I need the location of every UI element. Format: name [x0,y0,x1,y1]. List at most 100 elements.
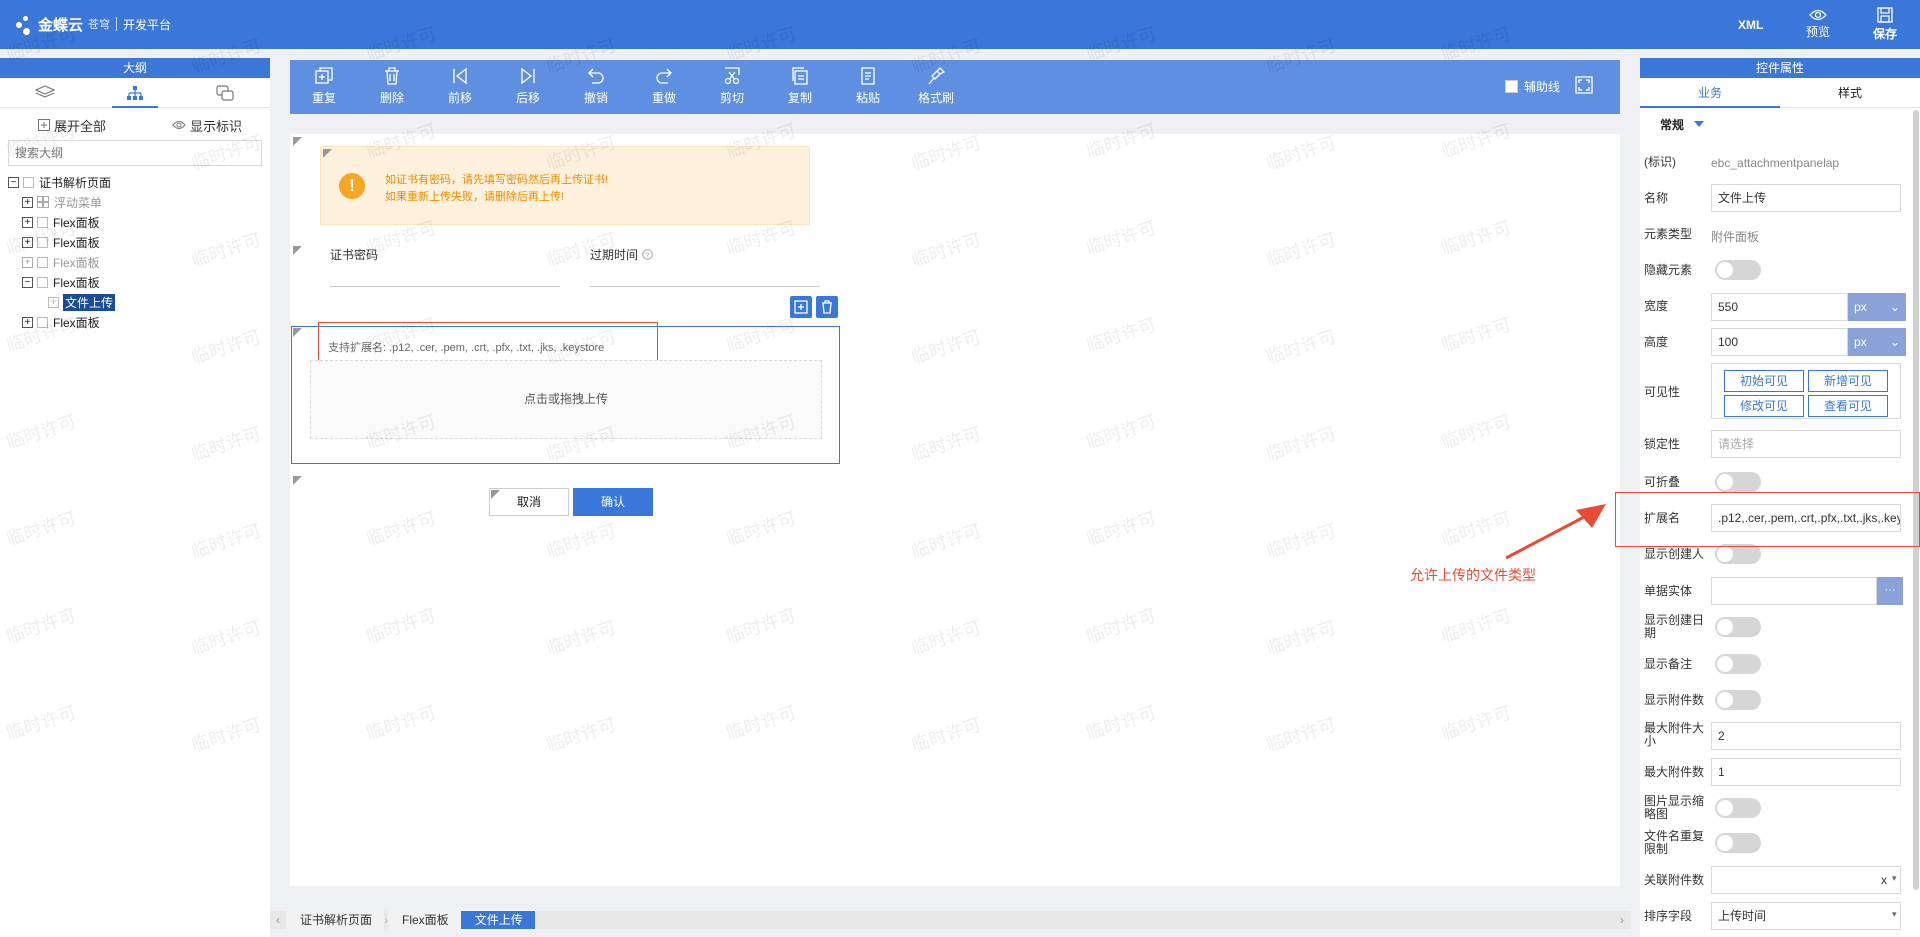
breadcrumb-item-active[interactable]: 文件上传 [460,911,535,929]
width-unit-select[interactable]: px ⌄ [1848,293,1906,321]
width-input[interactable]: 550 [1711,293,1848,321]
node-checkbox[interactable] [23,176,34,188]
paste-button[interactable]: 粘贴 [848,66,888,106]
clear-icon[interactable]: x [1881,873,1887,887]
node-checkbox[interactable] [37,316,48,328]
toolbar: 重复 删除 前移 后移 撤销 重做 剪切 复制 粘贴 格式刷 辅助线 [290,60,1620,114]
tree-node[interactable]: + 浮动菜单 [0,192,270,212]
delete-button[interactable]: 删除 [372,66,412,106]
expand-icon[interactable]: + [22,256,33,268]
scroll-left-icon[interactable]: ‹ [270,913,286,927]
cert-password-label: 证书密码 [330,248,379,262]
fullscreen-button[interactable] [1574,75,1594,98]
node-checkbox[interactable] [37,216,48,228]
tree-node[interactable]: − 证书解析页面 [0,172,270,192]
floating-menu-icon [37,196,49,208]
move-back-button[interactable]: 后移 [508,66,548,106]
aux-line-checkbox[interactable] [1504,80,1518,93]
expand-icon[interactable]: + [22,316,33,328]
visible-add-button[interactable]: 新增可见 [1808,370,1888,392]
tree-node[interactable]: + Flex面板 [0,212,270,232]
trash-icon [822,300,832,314]
sort-field-select[interactable]: 上传时间 [1711,902,1901,930]
height-input[interactable]: 100 [1711,328,1848,356]
cancel-button[interactable]: 取消 [489,488,569,516]
lock-select[interactable]: 请选择 [1711,430,1901,458]
entity-picker-button[interactable]: ··· [1877,577,1903,605]
breadcrumb-item[interactable]: Flex面板 [388,911,461,929]
tree-node[interactable]: + Flex面板 [0,252,270,272]
visible-init-button[interactable]: 初始可见 [1724,370,1804,392]
show-created-date-toggle[interactable] [1715,617,1761,637]
collapse-icon[interactable]: − [8,176,19,188]
outline-search-input[interactable] [8,140,262,166]
entity-input[interactable] [1711,577,1877,605]
undo-button[interactable]: 撤销 [576,66,616,106]
node-checkbox[interactable] [37,256,48,268]
prop-label: 名称 [1644,191,1669,205]
group-general[interactable]: 常规 [1640,108,1920,140]
height-unit-select[interactable]: px ⌄ [1848,328,1906,356]
copy-button[interactable]: 复制 [780,66,820,106]
windows-icon [216,84,234,101]
tree-node[interactable]: + Flex面板 [0,312,270,332]
show-remark-toggle[interactable] [1715,654,1761,674]
width-unit: px [1854,300,1867,314]
confirm-button[interactable]: 确认 [573,488,653,516]
move-forward-button[interactable]: 前移 [440,66,480,106]
tab-layers[interactable] [0,78,90,107]
foldable-toggle[interactable] [1715,472,1761,492]
hidden-toggle[interactable] [1715,260,1761,280]
tree-node[interactable]: − Flex面板 [0,272,270,292]
format-painter-button[interactable]: 格式刷 [916,66,956,106]
breadcrumb-item[interactable]: 证书解析页面 [286,911,385,929]
expand-all-button[interactable]: 展开全部 [38,116,106,135]
duplicate-limit-toggle[interactable] [1715,833,1761,853]
cut-button[interactable]: 剪切 [712,66,752,106]
expire-input[interactable] [590,286,820,287]
tab-business[interactable]: 业务 [1640,78,1780,108]
tree-node-selected[interactable]: + 文件上传 [0,292,270,312]
save-button[interactable]: 保存 [1869,0,1901,49]
show-creator-toggle[interactable] [1715,544,1761,564]
thumbnail-toggle[interactable] [1715,798,1761,818]
redo-button[interactable]: 重做 [644,66,684,106]
toolbar-label: 前移 [447,91,472,105]
expand-icon[interactable]: + [22,196,33,208]
xml-button[interactable]: XML [1738,0,1763,49]
node-checkbox[interactable] [37,276,48,288]
visible-view-button[interactable]: 查看可见 [1808,395,1888,417]
max-size-input[interactable]: 2 [1711,722,1901,750]
add-element-button[interactable] [790,296,812,318]
max-count-input[interactable]: 1 [1711,758,1901,786]
tree-node[interactable]: + Flex面板 [0,232,270,252]
tab-windows[interactable] [180,78,270,107]
tab-style[interactable]: 样式 [1780,78,1920,107]
expand-icon[interactable]: + [22,236,33,248]
name-input[interactable]: 文件上传 [1711,184,1901,212]
delete-element-button[interactable] [816,296,838,318]
tree-node-label: Flex面板 [53,215,100,230]
related-attach-select[interactable] [1711,866,1901,894]
toolbar-label: 复制 [787,91,812,105]
toolbar-label: 格式刷 [917,91,954,105]
aux-line-toggle[interactable]: 辅助线 [1504,78,1560,95]
logo[interactable]: 金蝶云 苍穹 开发平台 [14,13,171,35]
id-value: ebc_attachmentpanelap [1711,156,1840,170]
preview-button[interactable]: 预览 [1800,0,1836,49]
scroll-right-icon[interactable]: › [1614,913,1630,927]
tab-tree[interactable] [90,78,180,108]
expand-icon[interactable]: + [48,296,59,308]
prop-label: 锁定性 [1644,437,1681,451]
expand-icon[interactable]: + [22,216,33,228]
visible-edit-button[interactable]: 修改可见 [1724,395,1804,417]
duplicate-button[interactable]: 重复 [304,66,344,106]
show-id-button[interactable]: 显示标识 [172,116,242,135]
collapse-icon[interactable]: − [22,276,33,288]
logo-icon [14,13,36,35]
node-checkbox[interactable] [37,236,48,248]
show-attach-count-toggle[interactable] [1715,690,1761,710]
cert-password-input[interactable] [330,286,560,287]
alert-line-1: 如证书有密码，请先填写密码然后再上传证书! [385,174,609,186]
upload-dropzone[interactable]: 点击或拖拽上传 [310,360,822,439]
